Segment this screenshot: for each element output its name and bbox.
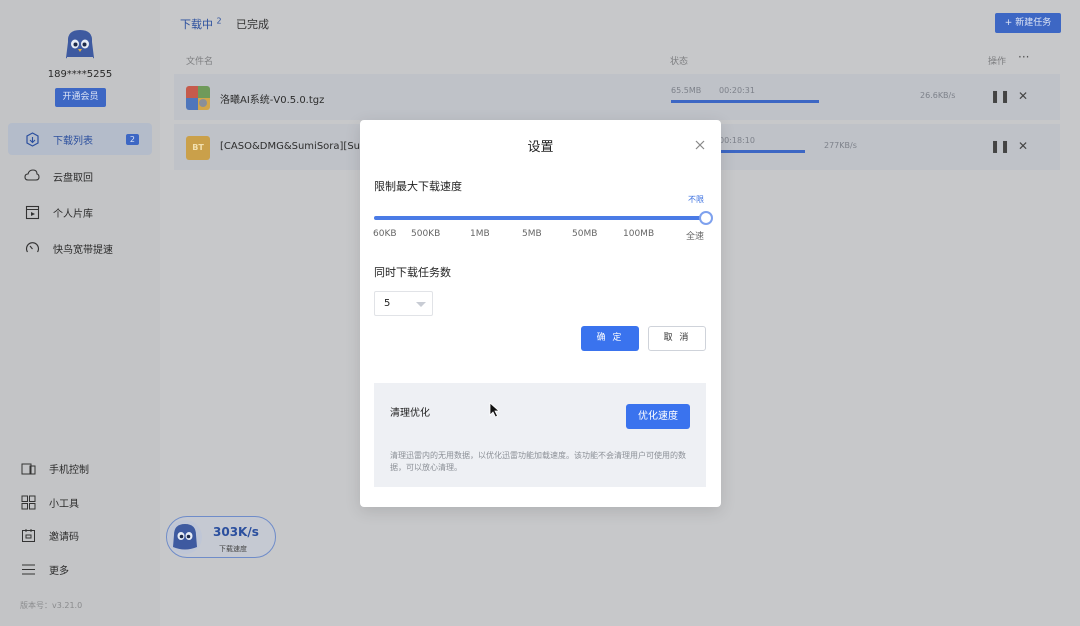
concurrent-tasks-label: 同时下载任务数 xyxy=(374,266,451,279)
settings-dialog: 设置 限制最大下载速度 不限 60KB 500KB 1MB 5MB 50MB 1… xyxy=(360,120,721,507)
optimize-panel: 清理优化 优化速度 清理迅雷内的无用数据，以优化迅雷功能加载速度。该功能不会清理… xyxy=(374,383,706,487)
sidebar-tool-invite-code[interactable]: 邀请码 xyxy=(20,525,150,545)
confirm-button[interactable]: 确 定 xyxy=(581,326,639,351)
current-speed: 303K/s xyxy=(213,525,259,539)
close-icon[interactable] xyxy=(693,138,707,152)
version-text: 版本号：v3.21.0 xyxy=(20,601,83,610)
sidebar-item-label: 快鸟宽带提速 xyxy=(53,244,113,256)
invite-icon xyxy=(20,527,36,543)
speed-tick: 100MB xyxy=(623,229,655,239)
sidebar-item-download-list[interactable]: 下载列表 2 xyxy=(8,123,152,155)
speedometer-icon xyxy=(24,240,40,256)
sidebar-item-cloud-retrieve[interactable]: 云盘取回 xyxy=(8,160,152,192)
sidebar-tool-label: 更多 xyxy=(49,565,69,577)
plus-icon: + xyxy=(1004,18,1016,28)
speed-tick: 5MB xyxy=(522,229,542,239)
more-options-icon[interactable]: ··· xyxy=(1018,50,1029,64)
optimize-title: 清理优化 xyxy=(390,408,430,419)
speed-tick: 50MB xyxy=(572,229,598,239)
new-task-button[interactable]: + 新建任务 xyxy=(995,13,1061,33)
sidebar-tool-more[interactable]: 更多 xyxy=(20,559,150,579)
sidebar-tool-small-tools[interactable]: 小工具 xyxy=(20,492,150,512)
tab-downloading[interactable]: 下载中 2 xyxy=(180,16,222,32)
download-count-badge: 2 xyxy=(125,133,139,145)
menu-icon xyxy=(20,561,36,577)
speed-limit-value: 不限 xyxy=(688,195,704,204)
speed-tick: 500KB xyxy=(411,229,441,239)
tab-completed[interactable]: 已完成 xyxy=(236,16,269,32)
concurrent-tasks-value: 5 xyxy=(384,298,391,309)
optimize-description: 清理迅雷内的无用数据，以优化迅雷功能加载速度。该功能不会清理用户可使用的数据，可… xyxy=(390,451,686,472)
file-size: 65.5MB xyxy=(671,86,702,95)
sidebar-tool-label: 小工具 xyxy=(49,498,79,510)
column-header-filename: 文件名 xyxy=(186,57,214,67)
speed-tick: 60KB xyxy=(373,229,397,239)
speed-widget[interactable]: 303K/s 下载速度 xyxy=(166,516,276,558)
archive-file-icon xyxy=(186,86,210,110)
pause-icon[interactable]: ❚❚ xyxy=(990,139,1010,153)
speed-slider-fill xyxy=(374,216,706,220)
progress-bar xyxy=(671,100,819,103)
sidebar-tool-phone-control[interactable]: 手机控制 xyxy=(20,458,150,478)
delete-icon[interactable]: ✕ xyxy=(1018,139,1028,153)
mascot-icon xyxy=(168,520,202,554)
speed-slider-track[interactable] xyxy=(374,216,706,220)
phone-control-icon xyxy=(20,460,36,476)
delete-icon[interactable]: ✕ xyxy=(1018,89,1028,103)
file-name: [CASO&DMG&SumiSora][Sum xyxy=(220,141,370,152)
chevron-down-icon xyxy=(416,302,426,307)
dialog-title: 设置 xyxy=(527,140,554,155)
speed-tick: 1MB xyxy=(470,229,490,239)
speed-label: 下载速度 xyxy=(219,545,247,553)
speed-limit-label: 限制最大下载速度 xyxy=(374,180,462,193)
progress-bar xyxy=(719,150,805,153)
sidebar-item-label: 下载列表 xyxy=(53,135,93,147)
bt-torrent-icon: BT xyxy=(186,136,210,160)
user-avatar-icon[interactable] xyxy=(63,28,97,64)
file-name: 洛曦AI系统-V0.5.0.tgz xyxy=(220,95,325,106)
speed-slider-handle[interactable] xyxy=(699,211,713,225)
pause-icon[interactable]: ❚❚ xyxy=(990,89,1010,103)
download-speed: 26.6KB/s xyxy=(920,91,956,100)
column-header-status: 状态 xyxy=(670,57,689,67)
user-phone: 189****5255 xyxy=(47,69,113,80)
video-library-icon xyxy=(24,204,40,220)
sidebar-item-label: 个人片库 xyxy=(53,208,93,220)
cancel-button[interactable]: 取 消 xyxy=(648,326,706,351)
speed-tick: 全速 xyxy=(686,232,705,242)
sidebar-tool-label: 邀请码 xyxy=(49,531,79,543)
tools-grid-icon xyxy=(20,494,36,510)
column-header-actions: 操作 xyxy=(988,57,1007,67)
sidebar-item-personal-library[interactable]: 个人片库 xyxy=(8,196,152,228)
sidebar-tool-label: 手机控制 xyxy=(49,464,89,476)
open-vip-button[interactable]: 开通会员 xyxy=(55,88,106,107)
sidebar-item-label: 云盘取回 xyxy=(53,172,93,184)
mouse-cursor-icon xyxy=(489,402,501,418)
time-remaining: 00:20:31 xyxy=(719,86,755,95)
download-speed: 277KB/s xyxy=(824,141,857,150)
sidebar-item-bandwidth-boost[interactable]: 快鸟宽带提速 xyxy=(8,232,152,264)
sidebar: 189****5255 开通会员 下载列表 2 云盘取回 个人片库 快鸟宽带提速… xyxy=(0,0,160,626)
download-list-icon xyxy=(24,131,40,147)
cloud-icon xyxy=(24,168,40,184)
download-row[interactable]: 洛曦AI系统-V0.5.0.tgz 65.5MB 00:20:31 26.6KB… xyxy=(174,74,1060,120)
time-remaining: 00:18:10 xyxy=(719,136,755,145)
optimize-speed-button[interactable]: 优化速度 xyxy=(626,404,690,429)
downloading-count: 2 xyxy=(216,16,222,26)
concurrent-tasks-select[interactable]: 5 xyxy=(374,291,433,316)
